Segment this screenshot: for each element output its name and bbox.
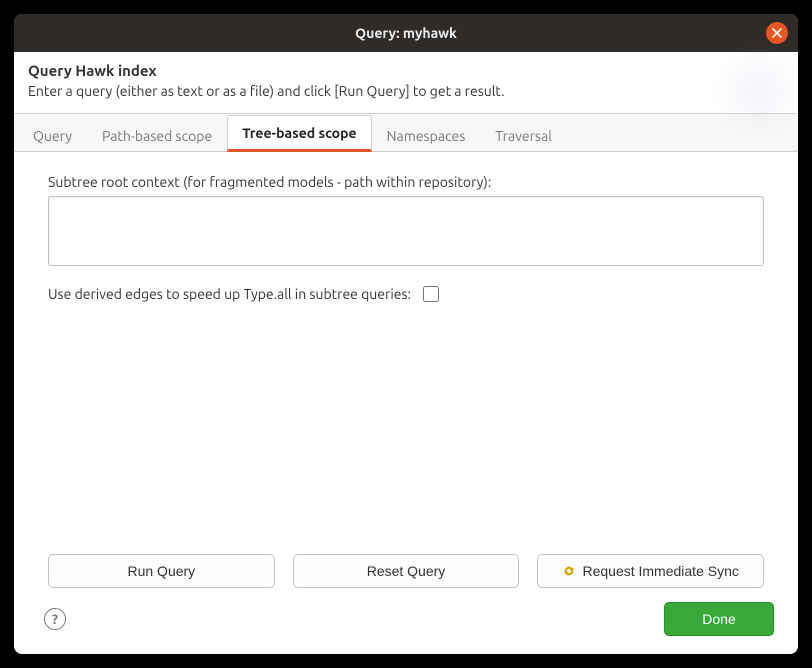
window-title: Query: myhawk: [14, 25, 798, 41]
tab-tree-scope[interactable]: Tree-based scope: [227, 115, 371, 152]
done-button[interactable]: Done: [664, 602, 774, 636]
tab-path-scope[interactable]: Path-based scope: [87, 118, 227, 152]
request-sync-button[interactable]: Request Immediate Sync: [537, 554, 764, 588]
action-button-row: Run Query Reset Query Request Immediate …: [14, 538, 798, 588]
run-query-button[interactable]: Run Query: [48, 554, 275, 588]
header-area: Query Hawk index Enter a query (either a…: [14, 52, 798, 113]
tab-traversal[interactable]: Traversal: [480, 118, 567, 152]
derived-edges-label: Use derived edges to speed up Type.all i…: [48, 286, 411, 302]
reset-query-button[interactable]: Reset Query: [293, 554, 520, 588]
derived-edges-checkbox[interactable]: [423, 286, 439, 302]
dialog-window: Query: myhawk Query Hawk index Enter a q…: [14, 14, 798, 654]
help-icon: ?: [52, 611, 58, 627]
subtree-root-input[interactable]: [48, 196, 764, 266]
header-heading: Query Hawk index: [28, 62, 784, 79]
tab-namespaces[interactable]: Namespaces: [372, 118, 481, 152]
header-description: Enter a query (either as text or as a fi…: [28, 83, 784, 99]
tab-panel-tree-scope: Subtree root context (for fragmented mod…: [14, 152, 798, 538]
help-button[interactable]: ?: [44, 608, 66, 630]
sync-icon: [562, 564, 576, 578]
tab-query[interactable]: Query: [18, 118, 87, 152]
titlebar: Query: myhawk: [14, 14, 798, 52]
footer-row: ? Done: [14, 588, 798, 654]
tabbar: Query Path-based scope Tree-based scope …: [14, 113, 798, 152]
subtree-root-label: Subtree root context (for fragmented mod…: [48, 174, 764, 190]
derived-edges-row[interactable]: Use derived edges to speed up Type.all i…: [48, 283, 764, 305]
request-sync-label: Request Immediate Sync: [582, 563, 738, 579]
